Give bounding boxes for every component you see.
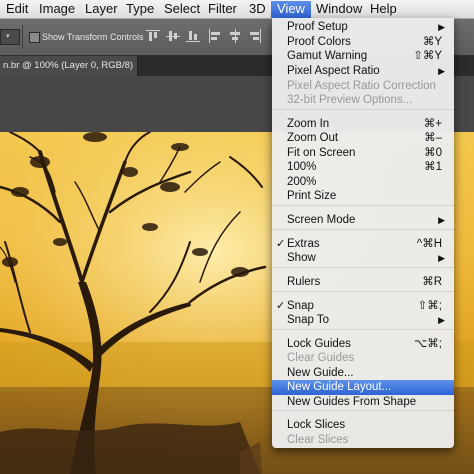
submenu-arrow-icon: ▶: [438, 315, 445, 325]
menu-item-new-guide[interactable]: New Guide...: [272, 366, 454, 381]
menu-divider: [272, 329, 454, 330]
menu-divider: [272, 109, 454, 110]
menu-item-shortcut: ⌘1: [424, 161, 442, 173]
menu-item-label: 100%: [287, 161, 317, 173]
tool-preset-dropdown[interactable]: ▾: [0, 29, 20, 45]
menu-edit[interactable]: Edit: [0, 1, 34, 18]
menu-divider: [272, 410, 454, 411]
menu-item-snap[interactable]: ✓ Snap ⇧⌘;: [272, 299, 454, 314]
show-transform-controls-label: Show Transform Controls: [42, 32, 144, 42]
menu-divider: [272, 205, 454, 206]
document-tab[interactable]: n.br @ 100% (Layer 0, RGB/8) *: [0, 56, 138, 91]
menu-item-print-size[interactable]: Print Size: [272, 189, 454, 204]
menu-item-clear-slices[interactable]: Clear Slices: [272, 433, 454, 448]
divider: [22, 25, 23, 49]
menu-item-label: Lock Slices: [287, 419, 346, 431]
menu-item-lock-slices[interactable]: Lock Slices: [272, 418, 454, 433]
menu-bar: Edit Image Layer Type Select Filter 3D V…: [0, 0, 474, 19]
menu-item-label: 32-bit Preview Options...: [287, 94, 413, 106]
menu-divider: [272, 229, 454, 230]
menu-type[interactable]: Type: [120, 1, 160, 18]
submenu-arrow-icon: ▶: [438, 215, 445, 225]
menu-item-label: New Guide...: [287, 367, 354, 379]
menu-item-pixel-aspect-ratio-correction[interactable]: Pixel Aspect Ratio Correction: [272, 79, 454, 94]
submenu-arrow-icon: ▶: [438, 22, 445, 32]
menu-image[interactable]: Image: [33, 1, 81, 18]
view-menu: Proof Setup ▶ Proof Colors ⌘Y Gamut Warning ⇧…: [272, 18, 454, 448]
menu-select[interactable]: Select: [158, 1, 206, 18]
menu-item-shortcut: ⌥⌘;: [414, 338, 442, 350]
menu-item-label: New Guide Layout...: [287, 381, 392, 393]
menu-item-200[interactable]: 200%: [272, 175, 454, 190]
menu-divider: [272, 291, 454, 292]
menu-item-label: Lock Guides: [287, 338, 351, 350]
menu-item-label: Show: [287, 252, 316, 264]
align-horizontal-center-icon[interactable]: [228, 29, 242, 43]
menu-item-show[interactable]: Show ▶: [272, 251, 454, 266]
align-vertical-center-icon[interactable]: [166, 29, 180, 43]
align-top-icon[interactable]: [146, 29, 160, 43]
menu-item-proof-colors[interactable]: Proof Colors ⌘Y: [272, 35, 454, 50]
submenu-arrow-icon: ▶: [438, 66, 445, 76]
menu-item-new-guide-layout[interactable]: New Guide Layout...: [272, 380, 454, 395]
menu-item-extras[interactable]: ✓ Extras ^⌘H: [272, 237, 454, 252]
menu-item-label: Snap To: [287, 314, 329, 326]
menu-item-shortcut: ⌘R: [422, 276, 442, 288]
menu-item-fit-on-screen[interactable]: Fit on Screen ⌘0: [272, 146, 454, 161]
menu-item-shortcut: ⌘–: [424, 132, 442, 144]
menu-item-label: Proof Setup: [287, 21, 348, 33]
menu-item-label: Clear Slices: [287, 434, 349, 446]
menu-item-label: 200%: [287, 176, 317, 188]
menu-3d[interactable]: 3D: [243, 1, 272, 18]
menu-layer[interactable]: Layer: [79, 1, 124, 18]
menu-item-zoom-out[interactable]: Zoom Out ⌘–: [272, 131, 454, 146]
align-right-icon[interactable]: [248, 29, 262, 43]
menu-item-label: Print Size: [287, 190, 337, 202]
menu-item-shortcut: ⇧⌘Y: [413, 50, 442, 62]
menu-item-shortcut: ⇧⌘;: [417, 300, 442, 312]
menu-item-label: Fit on Screen: [287, 147, 356, 159]
menu-item-rulers[interactable]: Rulers ⌘R: [272, 275, 454, 290]
menu-window[interactable]: Window: [310, 1, 368, 18]
menu-item-snap-to[interactable]: Snap To ▶: [272, 313, 454, 328]
menu-item-zoom-in[interactable]: Zoom In ⌘+: [272, 117, 454, 132]
menu-help[interactable]: Help: [364, 1, 403, 18]
menu-item-label: Zoom In: [287, 118, 330, 130]
menu-item-gamut-warning[interactable]: Gamut Warning ⇧⌘Y: [272, 49, 454, 64]
align-bottom-icon[interactable]: [186, 29, 200, 43]
menu-item-label: Snap: [287, 300, 314, 312]
menu-item-pixel-aspect-ratio[interactable]: Pixel Aspect Ratio ▶: [272, 64, 454, 79]
menu-filter[interactable]: Filter: [202, 1, 243, 18]
submenu-arrow-icon: ▶: [438, 253, 445, 263]
menu-item-lock-guides[interactable]: Lock Guides ⌥⌘;: [272, 337, 454, 352]
menu-item-label: Extras: [287, 238, 320, 250]
menu-item-label: Zoom Out: [287, 132, 339, 144]
menu-item-new-guides-from-shape[interactable]: New Guides From Shape: [272, 395, 454, 410]
menu-item-shortcut: ⌘+: [423, 118, 442, 130]
menu-item-label: Rulers: [287, 276, 321, 288]
menu-item-label: Pixel Aspect Ratio: [287, 65, 380, 77]
menu-divider: [272, 267, 454, 268]
menu-item-32-bit-preview-options[interactable]: 32-bit Preview Options...: [272, 93, 454, 108]
menu-item-label: Pixel Aspect Ratio Correction: [287, 80, 436, 92]
align-left-icon[interactable]: [208, 29, 222, 43]
menu-item-shortcut: ^⌘H: [416, 238, 442, 250]
menu-item-clear-guides[interactable]: Clear Guides: [272, 351, 454, 366]
show-transform-controls-checkbox[interactable]: [29, 32, 40, 43]
menu-item-100[interactable]: 100% ⌘1: [272, 160, 454, 175]
menu-item-label: Clear Guides: [287, 352, 355, 364]
checkmark-icon: ✓: [276, 238, 286, 250]
menu-item-shortcut: ⌘Y: [422, 36, 442, 48]
menu-item-label: Gamut Warning: [287, 50, 368, 62]
menu-item-proof-setup[interactable]: Proof Setup ▶: [272, 20, 454, 35]
checkmark-icon: ✓: [276, 300, 286, 312]
menu-item-label: Proof Colors: [287, 36, 351, 48]
menu-item-shortcut: ⌘0: [424, 147, 442, 159]
chevron-down-icon: ▾: [6, 33, 10, 40]
menu-item-label: Screen Mode: [287, 214, 356, 226]
menu-item-screen-mode[interactable]: Screen Mode ▶: [272, 213, 454, 228]
menu-view[interactable]: View: [271, 1, 311, 18]
menu-item-label: New Guides From Shape: [287, 396, 417, 408]
